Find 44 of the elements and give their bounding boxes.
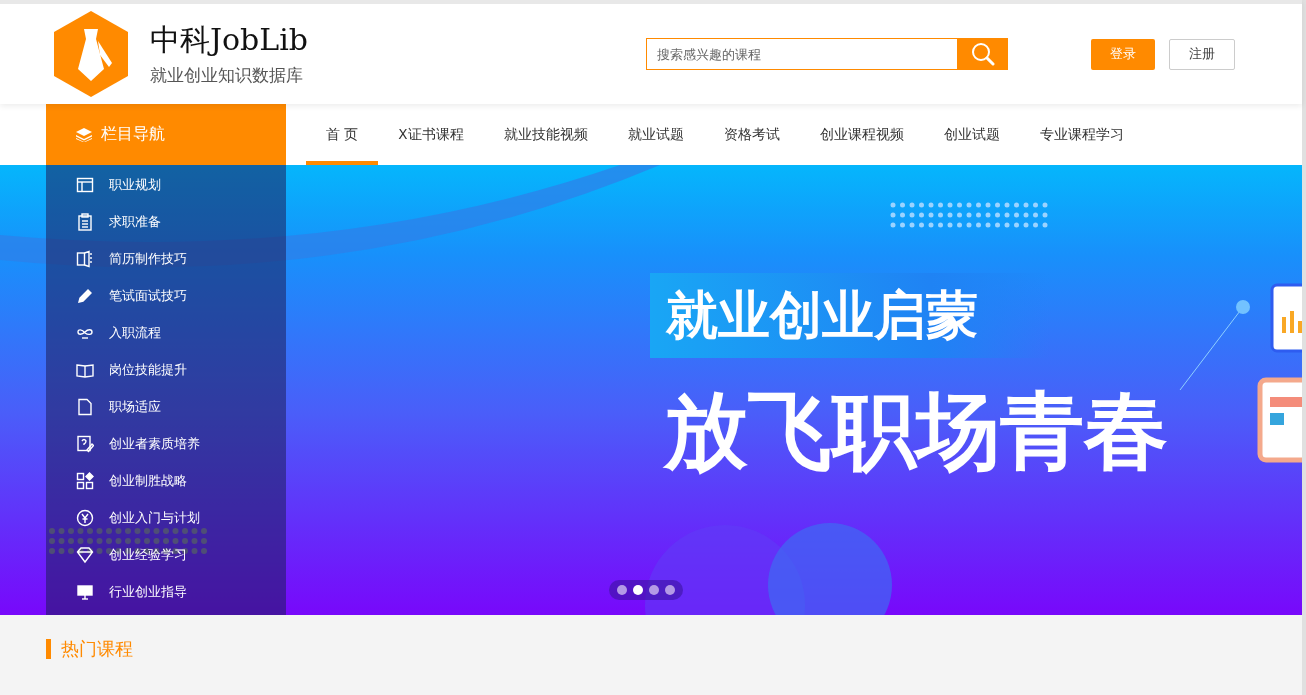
register-button[interactable]: 注册 — [1169, 38, 1235, 70]
sidebar-title: 栏目导航 — [101, 124, 165, 145]
nav-tab[interactable]: 创业试题 — [923, 108, 1020, 165]
question-note-icon — [76, 434, 94, 453]
book-icon — [76, 249, 94, 268]
sidebar-item[interactable]: 笔试面试技巧 — [46, 277, 286, 314]
nav-tab[interactable]: 资格考试 — [703, 108, 800, 165]
banner-slogan: 放飞职场青春 — [664, 381, 1168, 482]
layers-icon — [76, 127, 92, 142]
banner-headline: 就业创业启蒙 — [666, 283, 978, 347]
yen-icon — [76, 508, 94, 527]
sidebar-item[interactable]: 求职准备 — [46, 203, 286, 240]
carousel-dot[interactable] — [649, 585, 659, 595]
search-icon — [971, 42, 995, 66]
nav-tab[interactable]: 就业试题 — [607, 108, 704, 165]
tie-logo-icon — [54, 11, 128, 97]
nav-tab[interactable]: 就业技能视频 — [483, 108, 608, 165]
diamond-icon — [76, 545, 94, 564]
site-title: 中科JobLib — [150, 21, 308, 58]
sidebar-item[interactable]: 行业创业指导 — [46, 573, 286, 610]
nav-tab[interactable]: X证书课程 — [378, 108, 484, 165]
grid-icon — [76, 471, 94, 490]
sidebar-item[interactable]: 简历制作技巧 — [46, 240, 286, 277]
window-icon — [76, 175, 94, 194]
sidebar-item[interactable]: 入职流程 — [46, 314, 286, 351]
nav-tab[interactable]: 专业课程学习 — [1019, 108, 1144, 165]
carousel-dot[interactable] — [665, 585, 675, 595]
carousel-dot[interactable] — [617, 585, 627, 595]
presentation-board-icon — [76, 582, 94, 601]
sidebar-item[interactable]: 创业入门与计划 — [46, 499, 286, 536]
carousel-dot[interactable] — [633, 585, 643, 595]
document-icon — [76, 397, 94, 416]
sidebar-item[interactable]: 岗位技能提升 — [46, 351, 286, 388]
section-title: 热门课程 — [46, 639, 1256, 659]
search-field[interactable]: 搜索感兴趣的课程 — [646, 38, 958, 70]
sidebar-item[interactable]: 创业经验学习 — [46, 536, 286, 573]
sidebar-item[interactable]: 职场适应 — [46, 388, 286, 425]
sidebar-item[interactable]: 创业制胜战略 — [46, 462, 286, 499]
sidebar-item[interactable]: 创业者素质培养 — [46, 425, 286, 462]
nav-tab[interactable]: 创业课程视频 — [799, 108, 924, 165]
search-button[interactable] — [958, 38, 1008, 70]
sidebar-item[interactable]: 职业规划 — [46, 166, 286, 203]
site-subtitle: 就业创业知识数据库 — [150, 63, 304, 87]
clipboard-icon — [76, 212, 94, 231]
